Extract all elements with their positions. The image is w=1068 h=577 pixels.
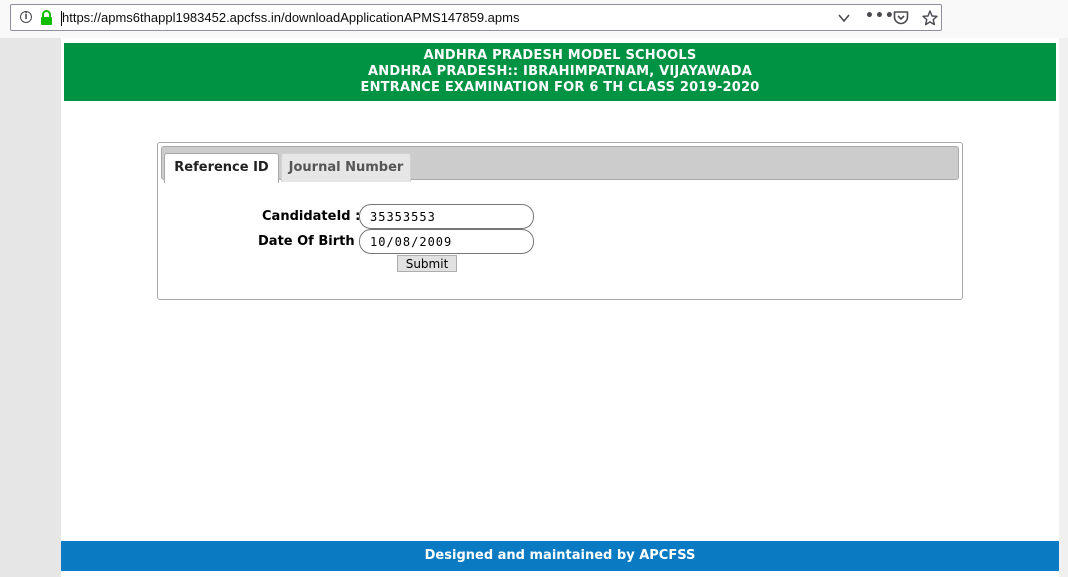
browser-toolbar: i https://apms6thappl1983452.apcfss.in/d… xyxy=(0,0,1068,38)
star-icon[interactable] xyxy=(922,10,938,30)
more-icon[interactable]: ••• xyxy=(865,8,895,24)
header-location: ANDHRA PRADESH:: IBRAHIMPATNAM, VIJAYAWA… xyxy=(368,64,752,79)
search-panel: Reference ID Journal Number CandidateId … xyxy=(157,142,963,300)
web-page: ANDHRA PRADESH MODEL SCHOOLS ANDHRA PRAD… xyxy=(61,38,1059,577)
page-footer: Designed and maintained by APCFSS xyxy=(61,541,1059,571)
header-title: ANDHRA PRADESH MODEL SCHOOLS xyxy=(423,48,697,63)
lock-icon[interactable] xyxy=(40,10,53,29)
address-bar[interactable]: i https://apms6thappl1983452.apcfss.in/d… xyxy=(10,4,942,31)
tab-journal-number[interactable]: Journal Number xyxy=(281,153,411,182)
candidate-id-label: CandidateId : xyxy=(262,209,361,224)
window-edge xyxy=(1059,38,1068,577)
header-exam: ENTRANCE EXAMINATION FOR 6 TH CLASS 2019… xyxy=(360,80,760,95)
page-header: ANDHRA PRADESH MODEL SCHOOLS ANDHRA PRAD… xyxy=(64,43,1056,101)
date-of-birth-label: Date Of Birth : xyxy=(258,234,365,249)
chevron-down-icon[interactable] xyxy=(837,10,851,29)
submit-button[interactable]: Submit xyxy=(397,255,457,272)
pocket-icon[interactable] xyxy=(893,10,909,29)
tab-bar: Reference ID Journal Number xyxy=(161,146,959,183)
tab-reference-id[interactable]: Reference ID xyxy=(164,153,279,183)
url-text[interactable]: https://apms6thappl1983452.apcfss.in/dow… xyxy=(60,10,519,26)
info-icon[interactable]: i xyxy=(20,11,32,23)
candidate-id-input[interactable] xyxy=(359,204,534,229)
date-of-birth-input[interactable] xyxy=(359,229,534,254)
